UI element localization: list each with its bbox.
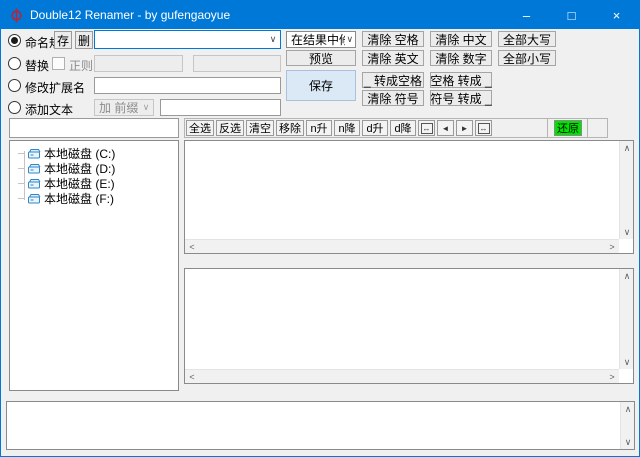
tree-connector-stub (18, 168, 25, 169)
tree-connector-stub (18, 198, 25, 199)
original-names-panel[interactable]: ∧ ∨ < > (184, 140, 634, 254)
scroll-up-icon[interactable]: ∧ (621, 402, 635, 416)
tree-connector-stub (18, 183, 25, 184)
window-title: Double12 Renamer - by gufengaoyue (30, 8, 231, 22)
clear-chinese-button[interactable]: 清除 中文 (430, 31, 492, 47)
target-mode-value: 在结果中修改 (291, 33, 345, 47)
move-right-button[interactable]: ► (456, 120, 473, 136)
save-button[interactable]: 保存 (286, 70, 356, 101)
maximize-button[interactable]: □ (549, 1, 594, 29)
replace-label: 替换 (25, 59, 50, 73)
toolbar-separator (587, 119, 588, 137)
date-sort-asc-button[interactable]: d升 (362, 120, 388, 136)
path-input[interactable] (9, 118, 179, 138)
preview-button[interactable]: 预览 (286, 50, 356, 66)
result-names-panel[interactable]: ∧ ∨ < > (184, 268, 634, 384)
tree-connector-stub (18, 153, 25, 154)
horizontal-scrollbar[interactable]: < > (185, 369, 619, 383)
move-last-icon: ↔ (477, 122, 490, 134)
add-text-label: 添加文本 (25, 103, 74, 117)
date-sort-desc-button[interactable]: d降 (390, 120, 416, 136)
regex-label: 正则 (69, 59, 94, 73)
log-panel[interactable]: ∧ ∨ (6, 401, 635, 450)
target-mode-dropdown[interactable]: 在结果中修改 ∨ (286, 31, 356, 48)
scroll-left-icon[interactable]: < (185, 240, 199, 254)
radio-add-text[interactable] (8, 101, 21, 114)
symbol-to-underscore-button[interactable]: 符号 转成 _ (430, 90, 492, 106)
vertical-scrollbar[interactable]: ∧ ∨ (619, 269, 633, 369)
move-last-button[interactable]: ↔ (475, 120, 492, 136)
scroll-down-icon[interactable]: ∨ (620, 355, 634, 369)
regex-checkbox[interactable] (52, 57, 65, 70)
tree-item-drive-d[interactable]: 本地磁盘 (D:) (18, 161, 115, 176)
underscore-to-space-button[interactable]: _ 转成空格 (362, 72, 424, 88)
drive-icon (28, 179, 41, 189)
client-area: 命名规则 存 删 ∨ 替换 正则 修改扩展名 添加文本 加 前缀 ∨ 在结果中修… (1, 29, 639, 456)
scroll-left-icon[interactable]: < (185, 370, 199, 384)
modify-extension-label: 修改扩展名 (25, 81, 86, 95)
scroll-down-icon[interactable]: ∨ (621, 435, 635, 449)
chevron-down-icon[interactable]: ∨ (345, 34, 355, 45)
clear-symbols-button[interactable]: 清除 符号 (362, 90, 424, 106)
space-to-underscore-button[interactable]: 空格 转成 _ (430, 72, 492, 88)
move-first-icon: ↔ (420, 122, 433, 134)
drive-tree[interactable]: 本地磁盘 (C:) 本地磁盘 (D:) 本地磁盘 (E:) 本地磁盘 (F:) (9, 140, 179, 391)
radio-modify-extension[interactable] (8, 79, 21, 92)
name-sort-asc-button[interactable]: n升 (306, 120, 332, 136)
radio-replace[interactable] (8, 57, 21, 70)
clear-list-button[interactable]: 清空 (246, 120, 274, 136)
move-left-icon: ◄ (441, 123, 450, 133)
close-button[interactable]: × (594, 1, 639, 29)
scroll-up-icon[interactable]: ∧ (620, 141, 634, 155)
app-window: Double12 Renamer - by gufengaoyue – □ × … (0, 0, 640, 457)
clear-spaces-button[interactable]: 清除 空格 (362, 31, 424, 47)
name-sort-desc-button[interactable]: n降 (334, 120, 360, 136)
toolbar-separator (547, 119, 548, 137)
chevron-down-icon: ∨ (142, 102, 150, 112)
add-text-mode-value: 加 前缀 (99, 101, 139, 115)
list-toolbar: 全选 反选 清空 移除 n升 n降 d升 d降 ↔ ◄ ► ↔ 还原 (184, 118, 608, 138)
lowercase-button[interactable]: 全部小写 (498, 50, 556, 66)
horizontal-scrollbar[interactable]: < > (185, 239, 619, 253)
minimize-button[interactable]: – (504, 1, 549, 29)
drive-icon (28, 149, 41, 159)
drive-icon (28, 164, 41, 174)
titlebar: Double12 Renamer - by gufengaoyue – □ × (1, 1, 639, 29)
vertical-scrollbar[interactable]: ∧ ∨ (620, 402, 634, 449)
move-right-icon: ► (460, 123, 469, 133)
restore-button[interactable]: 还原 (554, 120, 582, 136)
move-left-button[interactable]: ◄ (437, 120, 454, 136)
tree-item-label: 本地磁盘 (F:) (44, 192, 114, 206)
extension-field[interactable] (94, 77, 281, 94)
move-first-button[interactable]: ↔ (418, 120, 435, 136)
replace-find-field[interactable] (94, 55, 183, 72)
tree-item-drive-c[interactable]: 本地磁盘 (C:) (18, 146, 115, 161)
tree-item-drive-f[interactable]: 本地磁盘 (F:) (18, 191, 114, 206)
radio-rename-rule[interactable] (8, 34, 21, 47)
delete-rule-button[interactable]: 删 (75, 31, 93, 49)
remove-item-button[interactable]: 移除 (276, 120, 304, 136)
add-text-field[interactable] (160, 99, 281, 116)
select-all-button[interactable]: 全选 (186, 120, 214, 136)
uppercase-button[interactable]: 全部大写 (498, 31, 556, 47)
add-text-mode-dropdown[interactable]: 加 前缀 ∨ (94, 99, 154, 116)
scroll-right-icon[interactable]: > (605, 240, 619, 254)
vertical-scrollbar[interactable]: ∧ ∨ (619, 141, 633, 239)
clear-digits-button[interactable]: 清除 数字 (430, 50, 492, 66)
app-icon (9, 7, 24, 23)
clear-english-button[interactable]: 清除 英文 (362, 50, 424, 66)
drive-icon (28, 194, 41, 204)
scroll-down-icon[interactable]: ∨ (620, 225, 634, 239)
scroll-right-icon[interactable]: > (605, 370, 619, 384)
invert-selection-button[interactable]: 反选 (216, 120, 244, 136)
replace-with-field[interactable] (193, 55, 281, 72)
scroll-up-icon[interactable]: ∧ (620, 269, 634, 283)
chevron-down-icon[interactable]: ∨ (266, 34, 280, 45)
save-rule-button[interactable]: 存 (54, 31, 72, 49)
rename-pattern-combobox[interactable]: ∨ (94, 30, 281, 49)
tree-item-drive-e[interactable]: 本地磁盘 (E:) (18, 176, 115, 191)
